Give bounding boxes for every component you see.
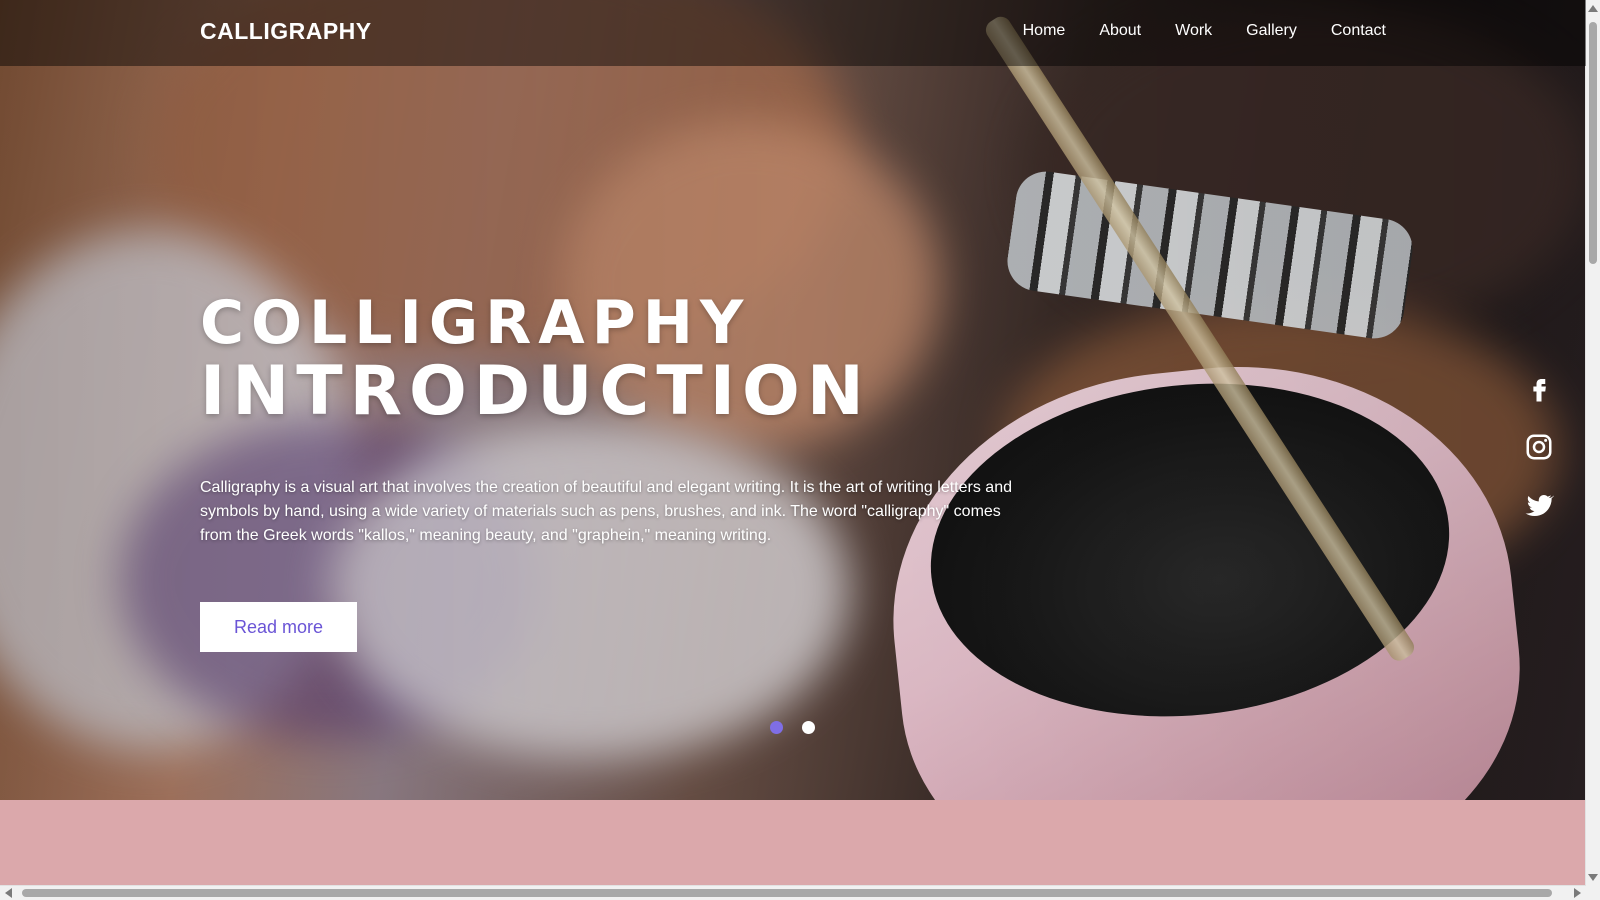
hero-title: COLLIGRAPHY INTRODUCTION [200,290,1020,428]
scroll-right-arrow-icon[interactable] [1574,888,1581,898]
scrollbar-corner [1586,886,1600,900]
hero-title-line2: INTRODUCTION [200,352,871,431]
brand-logo-link[interactable]: CALLIGRAPHY [200,18,372,45]
carousel-dot-2[interactable] [802,721,815,734]
browser-viewport: CALLIGRAPHY Home About Work Gallery Cont… [0,0,1586,886]
main-nav: Home About Work Gallery Contact [1023,22,1386,40]
instagram-icon[interactable] [1524,432,1554,462]
read-more-button[interactable]: Read more [200,602,357,652]
carousel-dot-1[interactable] [770,721,783,734]
nav-link-about[interactable]: About [1099,22,1141,40]
hero-content: COLLIGRAPHY INTRODUCTION Calligraphy is … [200,290,1020,564]
twitter-icon[interactable] [1524,490,1555,520]
scroll-up-arrow-icon[interactable] [1588,5,1598,12]
carousel-dots [770,721,815,734]
nav-link-gallery[interactable]: Gallery [1246,22,1297,40]
next-section-pink [0,800,1586,886]
scroll-down-arrow-icon[interactable] [1588,874,1598,881]
vertical-scrollbar[interactable] [1585,0,1600,886]
social-links [1524,374,1564,548]
vertical-scroll-thumb[interactable] [1589,22,1597,264]
hero-description: Calligraphy is a visual art that involve… [200,479,1012,544]
hero-title-line1: COLLIGRAPHY [200,288,751,358]
nav-link-contact[interactable]: Contact [1331,22,1386,40]
horizontal-scroll-thumb[interactable] [22,889,1552,897]
facebook-icon[interactable] [1524,374,1554,404]
nav-link-home[interactable]: Home [1023,22,1066,40]
nav-link-work[interactable]: Work [1175,22,1212,40]
horizontal-scrollbar[interactable] [0,885,1586,900]
scroll-left-arrow-icon[interactable] [5,888,12,898]
top-navbar: CALLIGRAPHY Home About Work Gallery Cont… [0,0,1586,66]
